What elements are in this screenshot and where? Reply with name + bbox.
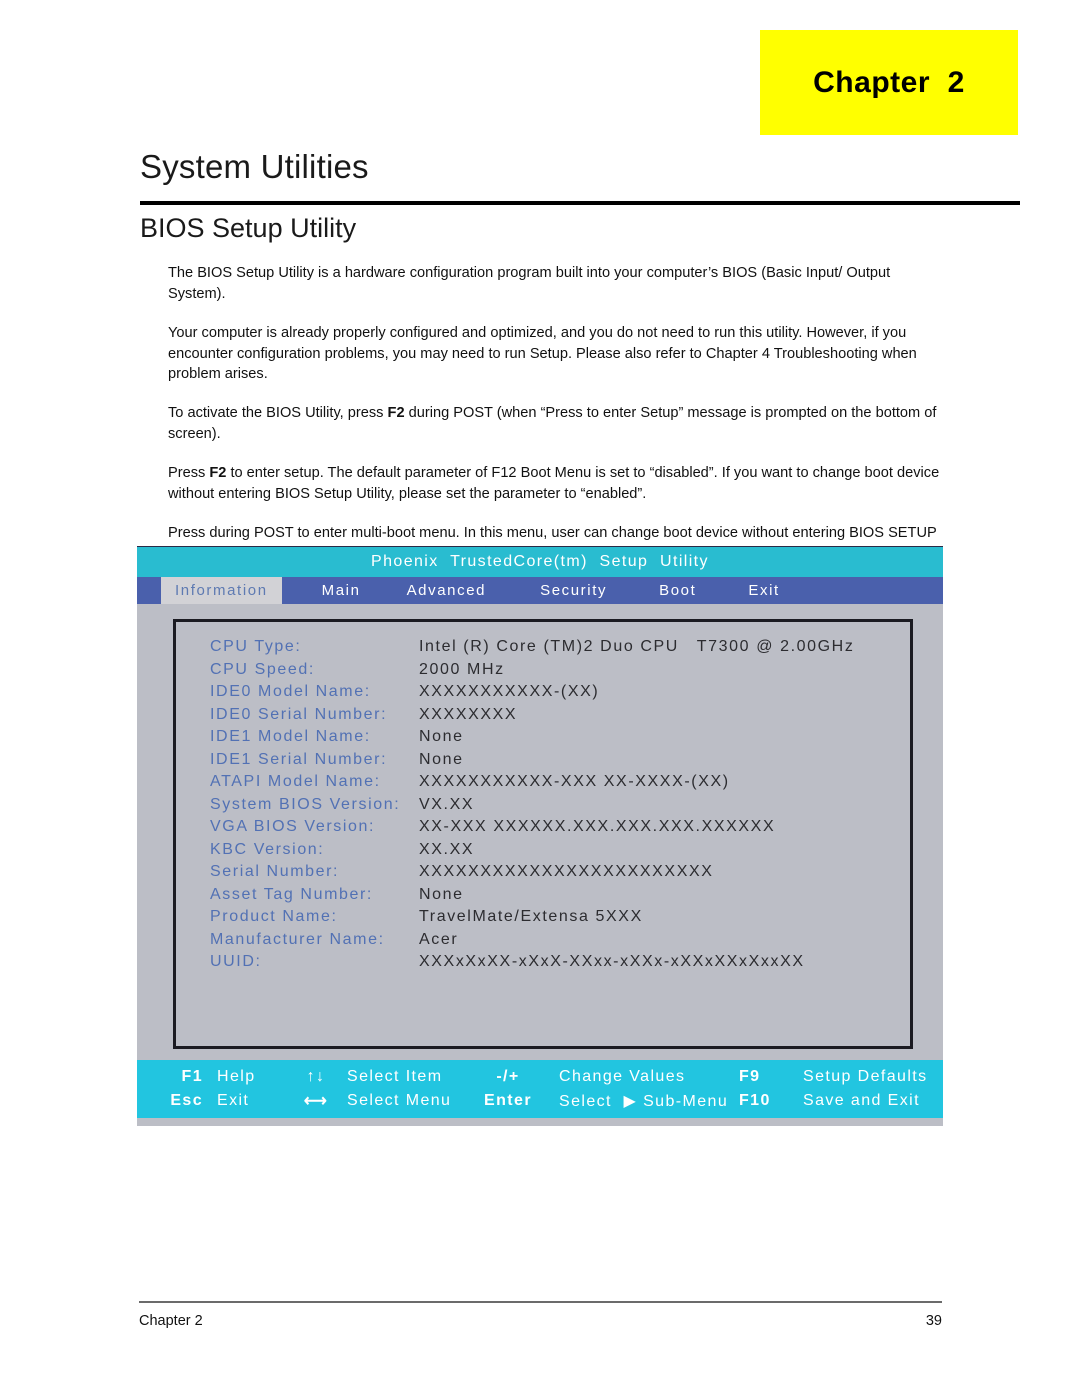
bios-label-vga-bios-version: VGA BIOS Version: (210, 818, 376, 836)
bios-value-ide0-model-name: XXXXXXXXXXX-(XX) (419, 683, 600, 701)
bios-row-manufacturer-name[interactable]: Manufacturer Name: Acer (176, 929, 910, 952)
bios-label-manufacturer-name: Manufacturer Name: (210, 930, 385, 948)
bios-value-manufacturer-name: Acer (419, 930, 459, 948)
bios-function-row-2: Esc Exit ⟷ Select Menu Enter Select ▶ Su… (137, 1089, 943, 1113)
body-copy: The BIOS Setup Utility is a hardware con… (168, 263, 950, 582)
bios-key-esc[interactable]: Esc (161, 1092, 203, 1110)
bios-tab-information-label: Information (175, 582, 268, 599)
bios-label-atapi-model-name: ATAPI Model Name: (210, 773, 381, 791)
bios-row-ide1-model-name[interactable]: IDE1 Model Name: None (176, 726, 910, 749)
bios-key-minus-plus[interactable]: -/+ (469, 1068, 547, 1086)
bios-label-ide0-serial-number: IDE0 Serial Number: (210, 705, 388, 723)
bios-value-vga-bios-version: XX-XXX XXXXXX.XXX.XXX.XXX.XXXXXX (419, 818, 776, 836)
bios-label-cpu-type: CPU Type: (210, 638, 302, 656)
bios-tab-exit-label: Exit (748, 582, 780, 599)
bios-value-asset-tag-number: None (419, 885, 464, 903)
bios-row-vga-bios-version[interactable]: VGA BIOS Version: XX-XXX XXXXXX.XXX.XXX.X… (176, 816, 910, 839)
bios-action-help: Help (217, 1068, 256, 1085)
bios-label-system-bios-version: System BIOS Version: (210, 795, 401, 813)
bios-tab-advanced-label: Advanced (406, 582, 487, 599)
bios-action-save-and-exit: Save and Exit (803, 1092, 920, 1109)
bios-row-ide0-model-name[interactable]: IDE0 Model Name: XXXXXXXXXXX-(XX) (176, 681, 910, 704)
bios-label-serial-number: Serial Number: (210, 863, 340, 881)
bios-function-row-1: F1 Help ↑↓ Select Item -/+ Change Values… (137, 1065, 943, 1089)
bios-tab-security[interactable]: Security (526, 577, 621, 604)
arrow-left-right-icon: ⟷ (303, 1093, 329, 1110)
bios-key-enter[interactable]: Enter (469, 1092, 547, 1110)
paragraph-intro: The BIOS Setup Utility is a hardware con… (168, 265, 891, 302)
bios-tab-main[interactable]: Main (308, 577, 375, 604)
bios-title-bar: Phoenix TrustedCore(tm) Setup Utility (137, 547, 943, 577)
bios-setup-screenshot: Phoenix TrustedCore(tm) Setup Utility In… (137, 546, 943, 1126)
bios-tab-information[interactable]: Information (161, 577, 282, 604)
bios-row-atapi-model-name[interactable]: ATAPI Model Name: XXXXXXXXXXX-XXX XX-XXXX… (176, 771, 910, 794)
page-title: System Utilities (140, 148, 369, 185)
bios-value-system-bios-version: VX.XX (419, 795, 475, 813)
bios-value-serial-number: XXXXXXXXXXXXXXXXXXXXXXXX (419, 863, 714, 881)
bios-action-setup-defaults: Setup Defaults (803, 1068, 928, 1085)
bios-label-ide1-model-name: IDE1 Model Name: (210, 728, 371, 746)
footer-chapter-label: Chapter 2 (139, 1313, 203, 1329)
bios-value-atapi-model-name: XXXXXXXXXXX-XXX XX-XXXX-(XX) (419, 773, 730, 791)
chapter-tab-label: Chapter 2 (813, 65, 965, 99)
footer-page-number: 39 (925, 1313, 942, 1329)
bios-action-select-item: Select Item (347, 1068, 443, 1085)
bios-value-uuid: XXXxXxXX-xXxX-XXxx-xXXx-xXXxXXxXxxXX (419, 953, 805, 971)
bios-label-uuid: UUID: (210, 953, 262, 971)
bios-key-f10[interactable]: F10 (739, 1092, 789, 1110)
bios-row-kbc-version[interactable]: KBC Version: XX.XX (176, 839, 910, 862)
bios-action-exit: Exit (217, 1092, 250, 1109)
bios-field-list: CPU Type: Intel (R) Core (TM)2 Duo CPU T7… (176, 622, 910, 974)
bios-row-uuid[interactable]: UUID: XXXxXxXX-xXxX-XXxx-xXXx-xXXxXXxXxxX… (176, 951, 910, 974)
bios-label-ide0-model-name: IDE0 Model Name: (210, 683, 371, 701)
bios-label-product-name: Product Name: (210, 908, 338, 926)
bios-row-serial-number[interactable]: Serial Number: XXXXXXXXXXXXXXXXXXXXXXXX (176, 861, 910, 884)
bios-tab-security-label: Security (540, 582, 608, 599)
bios-action-change-values: Change Values (559, 1068, 686, 1085)
bios-tab-boot[interactable]: Boot (645, 577, 710, 604)
bios-label-ide1-serial-number: IDE1 Serial Number: (210, 750, 388, 768)
paragraph-activate: To activate the BIOS Utility, press F2 d… (168, 405, 937, 443)
bios-label-cpu-speed: CPU Speed: (210, 660, 315, 678)
bios-value-cpu-type: Intel (R) Core (TM)2 Duo CPU T7300 @ 2.0… (419, 638, 855, 656)
chapter-tab: Chapter 2 (760, 30, 1018, 135)
bios-action-select-menu: Select Menu (347, 1092, 452, 1109)
bios-tab-boot-label: Boot (659, 582, 697, 599)
paragraph-preconfigured: Your computer is already properly config… (168, 324, 917, 383)
bios-tab-main-label: Main (321, 582, 361, 599)
bios-tab-advanced[interactable]: Advanced (393, 577, 501, 604)
bios-action-select-submenu: Select ▶ Sub-Menu (559, 1093, 729, 1110)
bios-row-product-name[interactable]: Product Name: TravelMate/Extensa 5XXX (176, 906, 910, 929)
bios-key-f1[interactable]: F1 (161, 1068, 203, 1086)
bios-value-product-name: TravelMate/Extensa 5XXX (419, 908, 643, 926)
bios-bottom-edge (137, 1118, 943, 1126)
bios-label-kbc-version: KBC Version: (210, 840, 325, 858)
footer-divider (139, 1301, 942, 1303)
bios-menu-bar: Information Main Advanced Security Boot … (137, 577, 943, 604)
bios-tab-exit[interactable]: Exit (734, 577, 793, 604)
title-divider (140, 201, 1020, 205)
bios-key-f9[interactable]: F9 (739, 1068, 789, 1086)
paragraph-f2-setup: Press F2 to enter setup. The default par… (168, 465, 940, 502)
bios-value-kbc-version: XX.XX (419, 840, 475, 858)
bios-information-panel: CPU Type: Intel (R) Core (TM)2 Duo CPU T7… (173, 619, 913, 1049)
bios-row-ide1-serial-number[interactable]: IDE1 Serial Number: None (176, 749, 910, 772)
bios-row-system-bios-version[interactable]: System BIOS Version: VX.XX (176, 794, 910, 817)
bios-row-ide0-serial-number[interactable]: IDE0 Serial Number: XXXXXXXX (176, 704, 910, 727)
bios-value-ide1-serial-number: None (419, 750, 464, 768)
bios-title-text: Phoenix TrustedCore(tm) Setup Utility (371, 553, 709, 570)
bios-row-asset-tag-number[interactable]: Asset Tag Number: None (176, 884, 910, 907)
bios-row-cpu-type[interactable]: CPU Type: Intel (R) Core (TM)2 Duo CPU T7… (176, 636, 910, 659)
bios-row-cpu-speed[interactable]: CPU Speed: 2000 MHz (176, 659, 910, 682)
section-title: BIOS Setup Utility (140, 213, 357, 243)
bios-value-ide1-model-name: None (419, 728, 464, 746)
arrow-up-down-icon: ↑↓ (306, 1068, 326, 1085)
bios-function-key-bar: F1 Help ↑↓ Select Item -/+ Change Values… (137, 1060, 943, 1118)
bios-label-asset-tag-number: Asset Tag Number: (210, 885, 373, 903)
bios-value-cpu-speed: 2000 MHz (419, 660, 505, 678)
bios-value-ide0-serial-number: XXXXXXXX (419, 705, 518, 723)
